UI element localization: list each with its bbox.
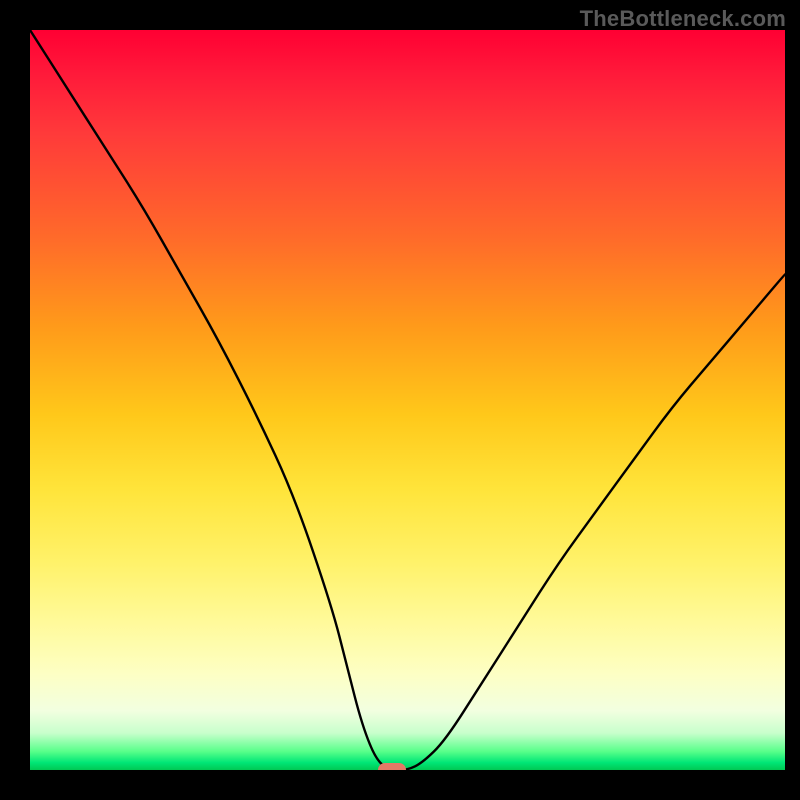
optimum-marker — [378, 763, 406, 770]
chart-frame: TheBottleneck.com — [0, 0, 800, 800]
plot-area — [30, 30, 785, 770]
bottleneck-curve — [30, 30, 785, 770]
watermark-text: TheBottleneck.com — [580, 6, 786, 32]
